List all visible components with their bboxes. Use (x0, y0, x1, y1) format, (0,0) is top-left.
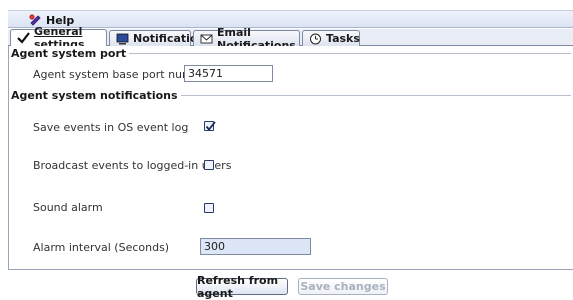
alarm-interval-field[interactable] (200, 238, 311, 255)
alarm-interval-label: Alarm interval (Seconds) (33, 241, 170, 254)
sound-alarm-label: Sound alarm (33, 201, 103, 214)
tab-label: Tasks (326, 32, 360, 45)
port-group-title: Agent system port (11, 47, 130, 60)
monitor-icon (116, 33, 129, 45)
tab-tasks[interactable]: Tasks (302, 30, 360, 46)
broadcast-events-label: Broadcast events to logged-in users (33, 159, 232, 172)
general-settings-panel: Agent system port Agent system base port… (8, 46, 573, 270)
sound-alarm-checkbox[interactable] (204, 203, 214, 213)
clock-icon (309, 33, 322, 45)
tab-notifications[interactable]: Notifications (109, 30, 212, 46)
save-events-label: Save events in OS event log (33, 121, 189, 134)
envelope-icon (200, 33, 213, 45)
refresh-from-agent-button[interactable]: Refresh from agent (196, 274, 288, 300)
tab-strip: General settings Notifications Email Not… (8, 25, 573, 52)
checkmark-icon (17, 32, 30, 44)
agent-settings-window: Help General settings Notifications Emai… (0, 0, 573, 300)
save-events-checkbox[interactable] (204, 121, 216, 131)
base-port-field[interactable] (184, 65, 273, 82)
broadcast-events-checkbox[interactable] (204, 160, 214, 170)
notifications-group-title: Agent system notifications (11, 89, 181, 102)
tab-email-notifications[interactable]: Email Notifications (193, 26, 300, 52)
save-changes-button[interactable]: Save changes (298, 278, 388, 295)
tab-general-settings[interactable]: General settings (10, 25, 107, 51)
